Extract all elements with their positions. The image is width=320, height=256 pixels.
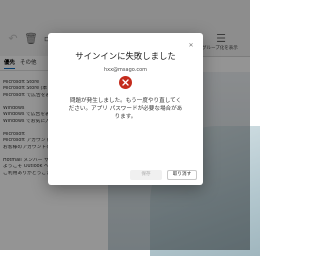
error-icon (119, 76, 132, 89)
cancel-button[interactable]: 取り消す (167, 170, 197, 180)
save-button[interactable]: 保存 (130, 170, 162, 180)
close-icon[interactable]: ✕ (187, 42, 195, 50)
sign-in-failed-dialog: ✕ サインインに失敗しました hxx@msago.com 問題が発生しました。も… (48, 33, 203, 185)
error-message: 問題が発生しました。もう一度やり直してください。アプリ パスワードが必要な場合が… (68, 98, 183, 120)
dialog-title: サインインに失敗しました (75, 51, 176, 61)
account-email: hxx@msago.com (103, 67, 148, 73)
